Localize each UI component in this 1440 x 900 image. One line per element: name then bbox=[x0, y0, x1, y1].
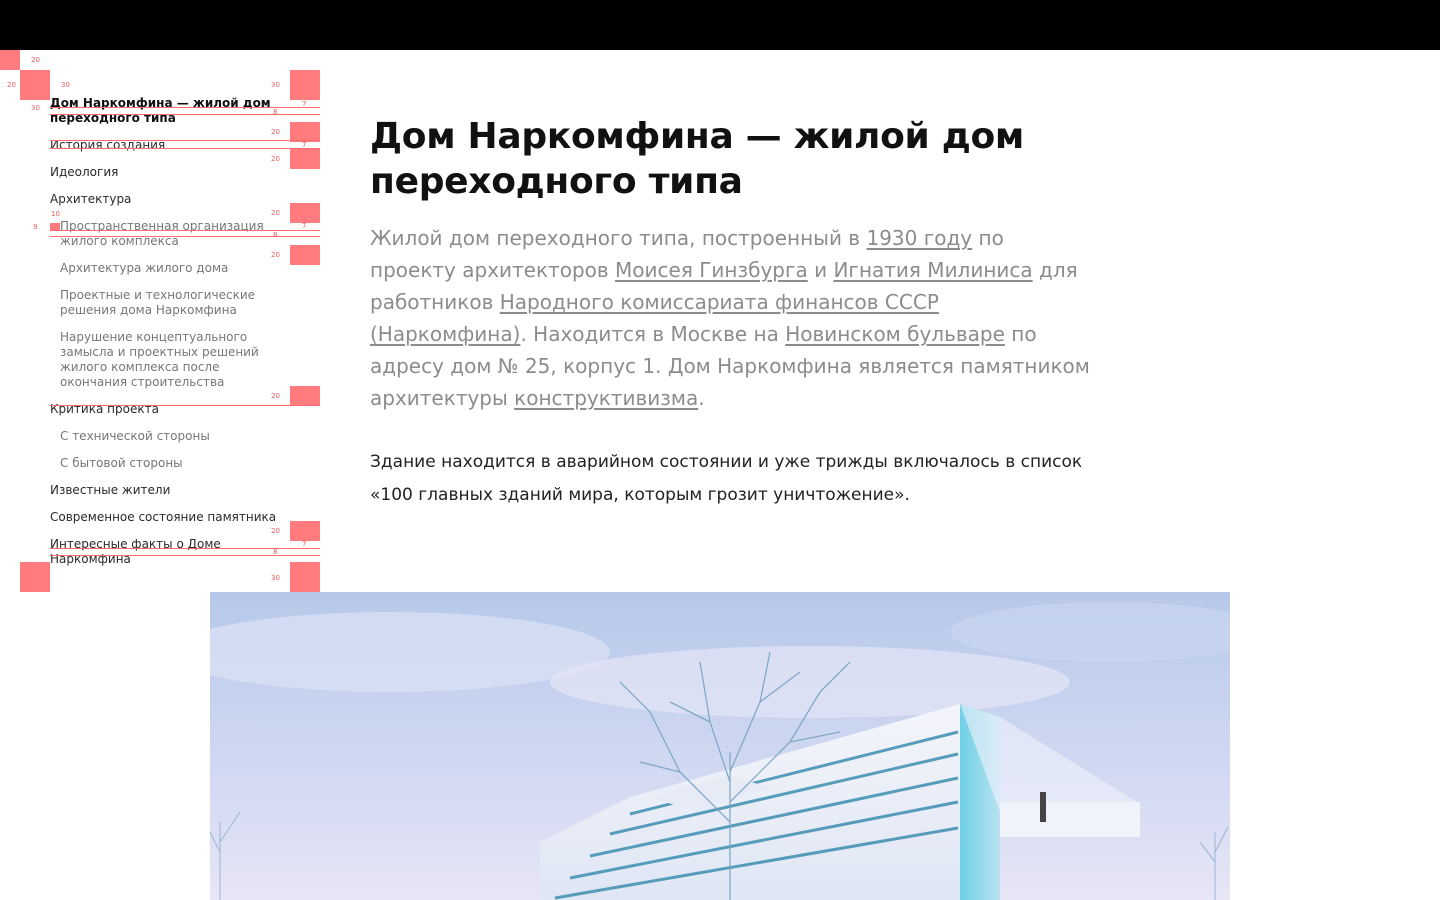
tree-right bbox=[1199, 826, 1229, 900]
top-bar bbox=[0, 0, 1440, 50]
overlay-number: 7 bbox=[302, 100, 307, 108]
lead-text: . Находится в Москве на bbox=[520, 322, 786, 346]
overlay-number: 20 bbox=[271, 155, 280, 163]
link-ginzburg[interactable]: Моисея Гинзбурга bbox=[615, 258, 808, 282]
link-novinsky-boulevard[interactable]: Новинском бульваре bbox=[785, 322, 1005, 346]
overlay-block bbox=[290, 149, 320, 169]
overlay-number: 20 bbox=[271, 251, 280, 259]
toc-item-current-state[interactable]: Современное состояние памятника bbox=[50, 510, 290, 525]
overlay-block bbox=[20, 70, 50, 100]
overlay-line bbox=[50, 555, 320, 556]
cloud bbox=[550, 646, 1070, 718]
overlay-number: 20 bbox=[271, 392, 280, 400]
overlay-block bbox=[290, 122, 320, 142]
overlay-number: 20 bbox=[7, 81, 16, 89]
balcony-post bbox=[1040, 792, 1046, 822]
balcony bbox=[1000, 802, 1140, 837]
overlay-block bbox=[290, 203, 320, 223]
lead-paragraph: Жилой дом переходного типа, построенный … bbox=[370, 222, 1090, 414]
overlay-number: 7 bbox=[302, 141, 307, 149]
overlay-number: 8 bbox=[273, 108, 278, 116]
overlay-number: 30 bbox=[271, 574, 280, 582]
toc-item-intro[interactable]: Дом Наркомфина — жилой дом переходного т… bbox=[50, 96, 290, 126]
lead-text: и bbox=[807, 258, 834, 282]
link-1930[interactable]: 1930 году bbox=[866, 226, 972, 250]
overlay-line bbox=[50, 148, 320, 149]
article: Дом Наркомфина — жилой дом переходного т… bbox=[370, 114, 1090, 512]
table-of-contents: Дом Наркомфина — жилой дом переходного т… bbox=[50, 96, 290, 579]
overlay-line bbox=[50, 236, 320, 237]
overlay-number: 9 bbox=[33, 223, 38, 231]
overlay-line bbox=[50, 548, 320, 549]
toc-item-household-side[interactable]: С бытовой стороны bbox=[50, 456, 290, 471]
body-paragraph: Здание находится в аварийном состоянии и… bbox=[370, 452, 1083, 505]
toc-item-residents[interactable]: Известные жители bbox=[50, 483, 290, 498]
overlay-block bbox=[20, 562, 50, 592]
lead-text: Жилой дом переходного типа, построенный … bbox=[370, 226, 867, 250]
overlay-line bbox=[50, 405, 320, 406]
toc-item-architecture[interactable]: Архитектура bbox=[50, 192, 290, 207]
page: Дом Наркомфина — жилой дом переходного т… bbox=[0, 50, 1440, 900]
cloud bbox=[950, 602, 1230, 662]
overlay-number: 7 bbox=[302, 540, 307, 548]
page-title: Дом Наркомфина — жилой дом переходного т… bbox=[370, 116, 1025, 202]
overlay-block bbox=[290, 521, 320, 541]
overlay-block bbox=[290, 70, 320, 100]
cloud bbox=[210, 612, 610, 692]
overlay-number: 8 bbox=[273, 548, 278, 556]
overlay-number: 30 bbox=[271, 81, 280, 89]
overlay-line bbox=[50, 114, 320, 115]
toc-item-house-architecture[interactable]: Архитектура жилого дома bbox=[50, 261, 290, 276]
overlay-block bbox=[290, 245, 320, 265]
overlay-line bbox=[50, 230, 320, 231]
tree-left bbox=[210, 811, 241, 900]
toc-item-design-solutions[interactable]: Проектные и технологические решения дома… bbox=[50, 288, 290, 318]
overlay-number: 30 bbox=[61, 81, 70, 89]
link-milinis[interactable]: Игнатия Милиниса bbox=[833, 258, 1032, 282]
overlay-number: 30 bbox=[31, 104, 40, 112]
toc-item-concept-violation[interactable]: Нарушение концептуального замысла и прое… bbox=[50, 330, 290, 390]
overlay-block bbox=[0, 50, 20, 70]
overlay-line bbox=[50, 107, 320, 108]
overlay-block bbox=[290, 562, 320, 592]
overlay-block bbox=[290, 386, 320, 406]
overlay-number: 8 bbox=[273, 231, 278, 239]
toc-item-facts[interactable]: Интересные факты о Доме Наркомфина bbox=[50, 537, 290, 567]
overlay-line bbox=[50, 140, 320, 141]
overlay-number: 7 bbox=[302, 222, 307, 230]
overlay-number: 20 bbox=[271, 209, 280, 217]
lead-text: . bbox=[698, 386, 705, 410]
overlay-number: 20 bbox=[271, 527, 280, 535]
toc-item-technical-side[interactable]: С технической стороны bbox=[50, 429, 290, 444]
overlay-number: 10 bbox=[51, 210, 60, 218]
link-constructivism[interactable]: конструктивизма bbox=[514, 386, 698, 410]
building-photo bbox=[210, 592, 1230, 900]
toc-item-ideology[interactable]: Идеология bbox=[50, 165, 290, 180]
toc-item-spatial-organization[interactable]: Пространственная организация жилого комп… bbox=[50, 219, 290, 249]
building-illustration bbox=[210, 602, 1230, 900]
overlay-number: 20 bbox=[271, 128, 280, 136]
overlay-number: 20 bbox=[31, 56, 40, 64]
